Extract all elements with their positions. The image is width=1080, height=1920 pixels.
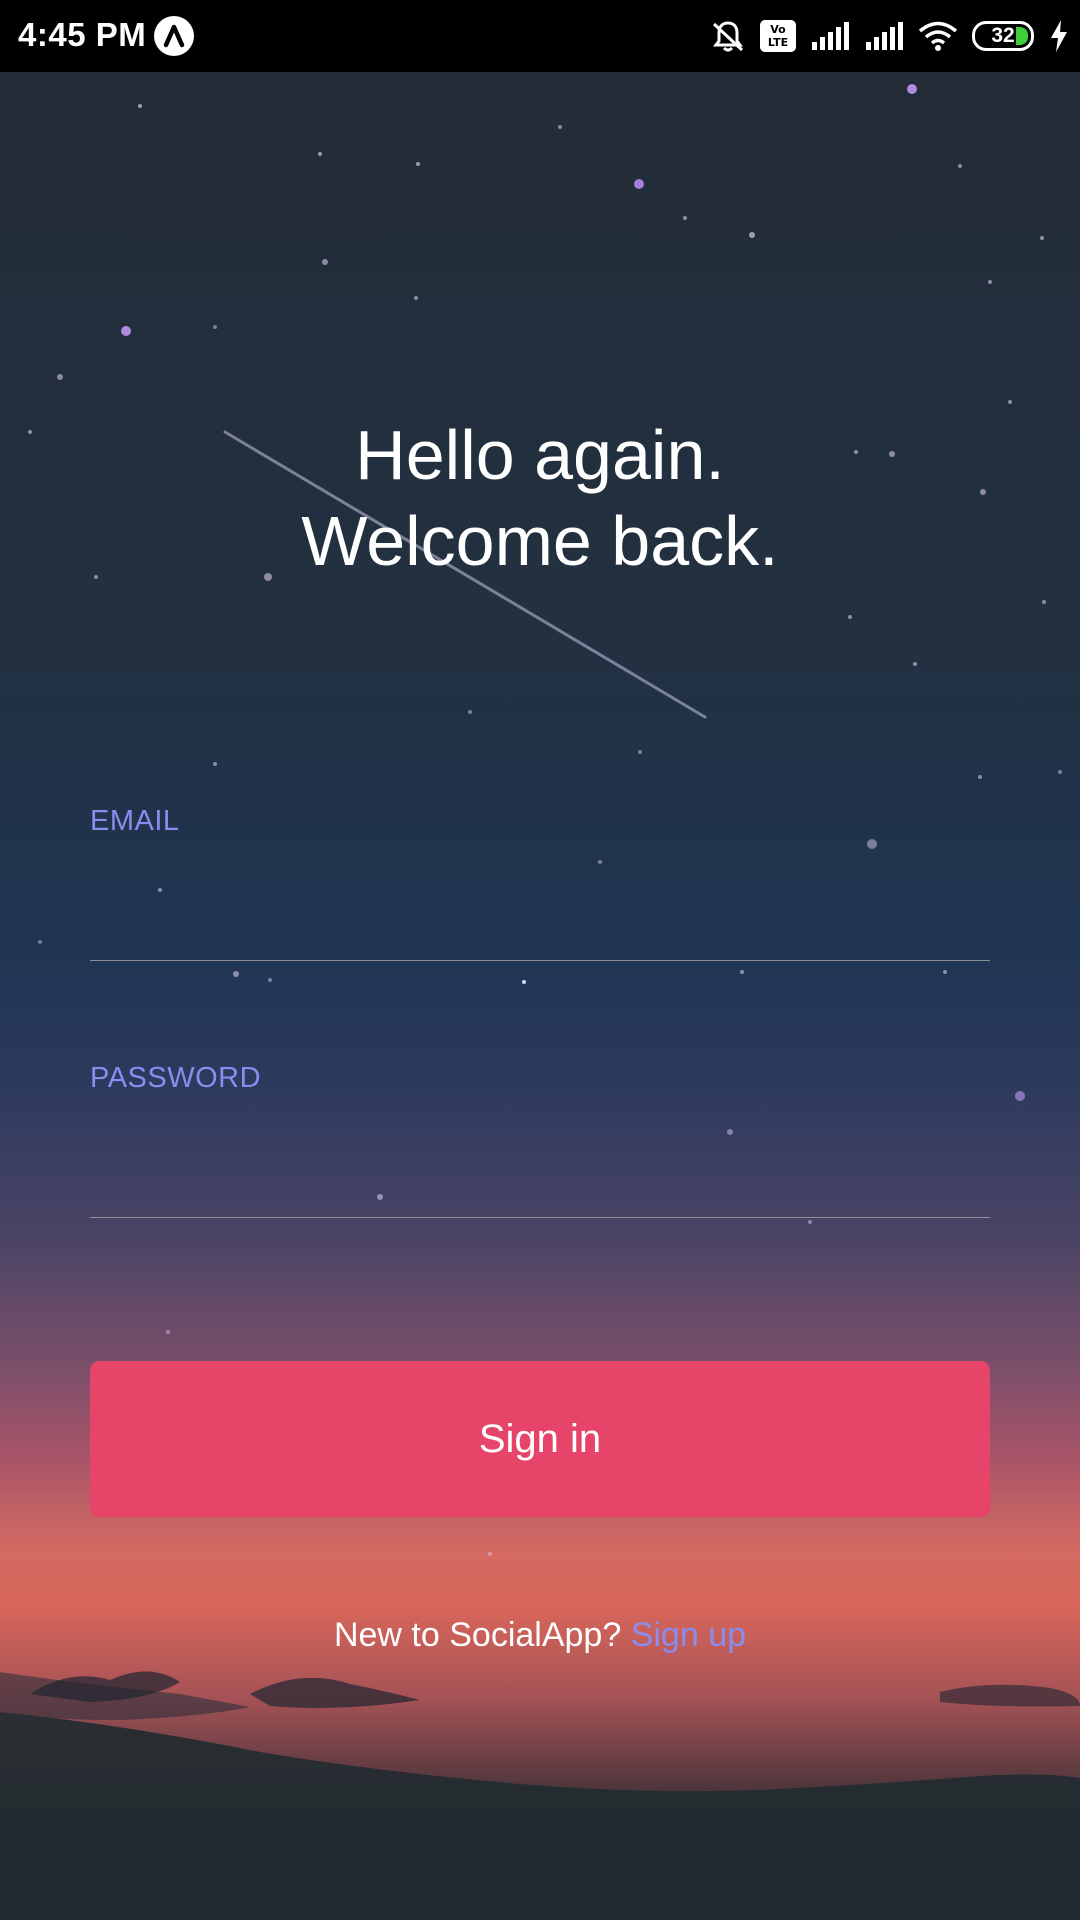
cloud bbox=[250, 1677, 420, 1708]
bell-off-icon bbox=[710, 18, 746, 54]
email-field[interactable] bbox=[90, 891, 990, 961]
password-label: PASSWORD bbox=[90, 1062, 262, 1094]
sign-up-link[interactable]: Sign up bbox=[631, 1616, 746, 1654]
heading-line-1: Hello again. bbox=[355, 416, 725, 494]
welcome-heading: Hello again. Welcome back. bbox=[0, 412, 1080, 584]
wifi-icon bbox=[918, 20, 958, 52]
password-field[interactable] bbox=[90, 1148, 990, 1218]
signup-row: New to SocialApp? Sign up bbox=[0, 1616, 1080, 1655]
charging-icon bbox=[1048, 19, 1070, 53]
battery-level: 32 bbox=[991, 24, 1015, 47]
email-label: EMAIL bbox=[90, 805, 180, 837]
cloud bbox=[940, 1684, 1080, 1707]
status-icons: Vo LTE 32 bbox=[710, 14, 1070, 58]
status-time: 4:45 PM bbox=[18, 16, 147, 53]
signal-icon bbox=[864, 20, 904, 52]
status-bar: 4:45 PM Vo LTE 32 bbox=[0, 0, 1080, 72]
volte-icon: Vo LTE bbox=[760, 20, 796, 52]
heading-line-2: Welcome back. bbox=[301, 502, 779, 580]
sign-in-button[interactable]: Sign in bbox=[90, 1361, 990, 1517]
battery-icon: 32 bbox=[972, 21, 1034, 51]
login-screen: 4:45 PM Vo LTE 32 Hello again. Welcome b… bbox=[0, 0, 1080, 1920]
rn-app-icon bbox=[154, 16, 194, 56]
signup-prompt: New to SocialApp? bbox=[333, 1616, 631, 1654]
signal-icon bbox=[810, 20, 850, 52]
horizon-silhouette bbox=[0, 1712, 1080, 1920]
stars bbox=[28, 84, 1062, 1556]
